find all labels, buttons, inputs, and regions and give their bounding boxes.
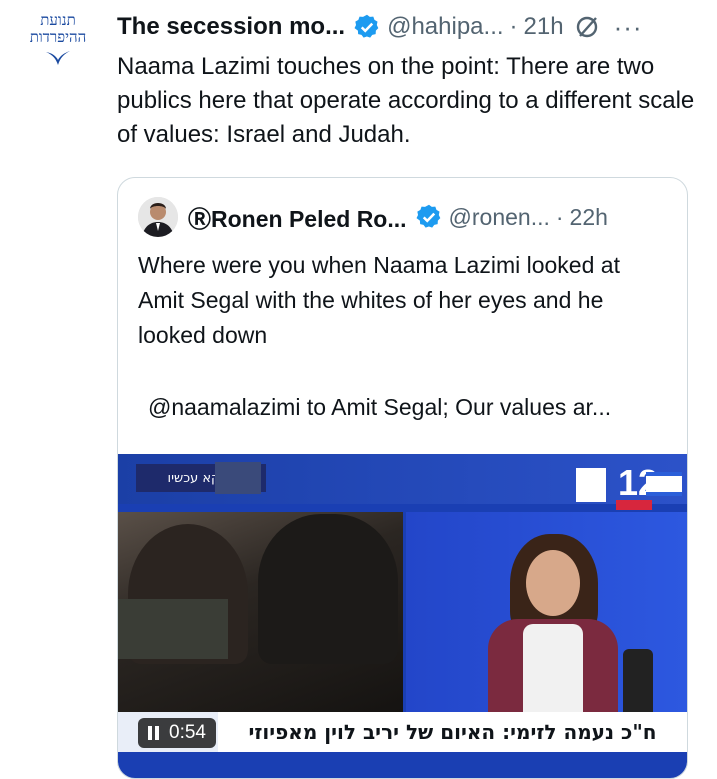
quoted-avatar[interactable] xyxy=(138,197,178,237)
chair xyxy=(623,649,653,719)
person-face xyxy=(526,550,580,616)
tweet-header: The secession mo... @hahipa... · 21h ··· xyxy=(117,10,643,44)
verified-badge-icon xyxy=(354,14,379,38)
crowd-shape xyxy=(258,514,398,664)
separator-dot: · xyxy=(555,203,564,230)
pause-icon[interactable] xyxy=(148,726,159,740)
avatar-text-line2: ההיפרדות xyxy=(29,28,87,46)
more-options-button[interactable]: ··· xyxy=(614,12,643,43)
video-caption: ח"כ נעמה לזימי: האיום של יריב לוין מאפיו… xyxy=(218,712,687,752)
quoted-tweet-subtext: @naamalazimi to Amit Segal; Our values a… xyxy=(148,394,612,420)
quoted-tweet-text: Where were you when Naama Lazimi looked … xyxy=(138,252,620,348)
avatar-text-line1: תנועת xyxy=(40,11,76,29)
quoted-timestamp[interactable]: 22h xyxy=(570,204,608,231)
flag-icon xyxy=(646,472,682,496)
channel-logo-strip xyxy=(616,500,652,510)
live-thumbnail xyxy=(215,462,261,494)
person-shirt xyxy=(523,624,583,714)
tweet-text: Naama Lazimi touches on the point: There… xyxy=(117,53,695,148)
video-duration-pill[interactable]: 0:54 xyxy=(138,718,216,748)
verified-badge-icon xyxy=(416,204,440,228)
qr-code-icon xyxy=(576,468,606,502)
display-name[interactable]: The secession mo... xyxy=(117,13,345,41)
quoted-tweet[interactable]: ⓇRonen Peled Ro... @ronen... · 22h Where… xyxy=(117,177,688,779)
video-duration: 0:54 xyxy=(169,722,206,743)
timestamp[interactable]: 21h xyxy=(524,13,564,41)
quoted-tweet-header: ⓇRonen Peled Ro... @ronen... · 22h xyxy=(138,196,608,238)
quoted-display-name[interactable]: ⓇRonen Peled Ro... xyxy=(188,200,407,234)
crowd-shape xyxy=(118,599,228,659)
bird-logo-icon xyxy=(46,51,70,65)
avatar[interactable]: תנועת ההיפרדות xyxy=(14,12,102,88)
video-player[interactable]: ודוקא עכשיו 12 ח"כ נעמה לזימי: האיום של … xyxy=(118,454,687,778)
separator-dot: · xyxy=(509,13,518,40)
quoted-handle[interactable]: @ronen... xyxy=(449,204,550,231)
person-avatar-icon xyxy=(138,197,178,237)
circle-slash-icon[interactable] xyxy=(574,14,600,40)
handle[interactable]: @hahipa... xyxy=(387,13,503,41)
